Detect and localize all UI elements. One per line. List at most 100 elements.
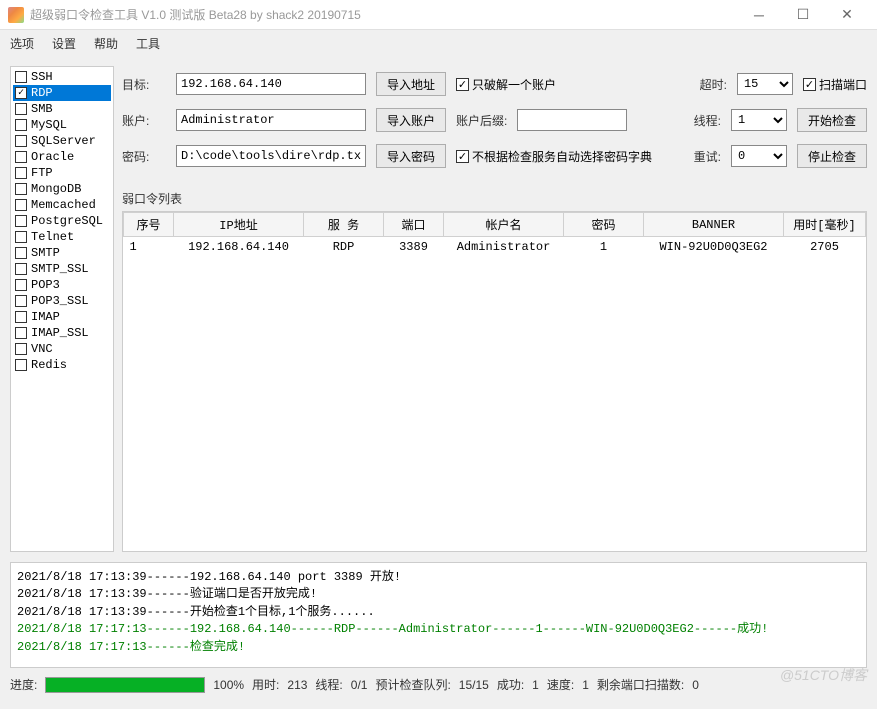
protocol-item-sqlserver[interactable]: SQLServer [13,133,111,149]
no-auto-dict-checkbox[interactable]: ✓ 不根据检查服务自动选择密码字典 [456,148,652,165]
col-port[interactable]: 端口 [384,213,444,237]
import-target-button[interactable]: 导入地址 [376,72,446,96]
cell-account: Administrator [444,237,564,258]
protocol-item-imap[interactable]: IMAP [13,309,111,325]
row-target: 目标: 导入地址 ✓ 只破解一个账户 超时: 15 ✓ 扫描端口 [122,72,867,96]
col-time[interactable]: 用时[毫秒] [784,213,866,237]
protocol-item-vnc[interactable]: VNC [13,341,111,357]
protocol-item-mongodb[interactable]: MongoDB [13,181,111,197]
protocol-item-pop3_ssl[interactable]: POP3_SSL [13,293,111,309]
timeout-select[interactable]: 15 [737,73,793,95]
protocol-item-mysql[interactable]: MySQL [13,117,111,133]
col-password[interactable]: 密码 [564,213,644,237]
protocol-item-ftp[interactable]: FTP [13,165,111,181]
protocol-item-smb[interactable]: SMB [13,101,111,117]
protocol-list[interactable]: SSH✓RDPSMBMySQLSQLServerOracleFTPMongoDB… [10,66,114,552]
log-line: 2021/8/18 17:13:39------192.168.64.140 p… [17,569,860,586]
menu-tools[interactable]: 工具 [136,35,160,52]
checkbox-icon[interactable]: ✓ [15,87,27,99]
menu-settings[interactable]: 设置 [52,35,76,52]
maximize-button[interactable]: ☐ [781,1,825,29]
speed-label: 速度: [547,676,574,693]
menu-help[interactable]: 帮助 [94,35,118,52]
checkbox-icon[interactable] [15,279,27,291]
close-button[interactable]: ✕ [825,1,869,29]
account-input[interactable] [176,109,366,131]
start-button[interactable]: 开始检查 [797,108,867,132]
elapsed-label: 用时: [252,676,279,693]
protocol-item-ssh[interactable]: SSH [13,69,111,85]
password-input[interactable] [176,145,366,167]
only-one-account-checkbox[interactable]: ✓ 只破解一个账户 [456,76,556,93]
threads-select[interactable]: 1 [731,109,787,131]
checkbox-icon[interactable] [15,167,27,179]
protocol-item-pop3[interactable]: POP3 [13,277,111,293]
checkbox-icon[interactable] [15,327,27,339]
protocol-item-smtp[interactable]: SMTP [13,245,111,261]
log-line: 2021/8/18 17:13:39------开始检查1个目标,1个服务...… [17,604,860,621]
target-input[interactable] [176,73,366,95]
scan-port-checkbox[interactable]: ✓ 扫描端口 [803,76,867,93]
retry-select[interactable]: 0 [731,145,787,167]
table-row[interactable]: 1192.168.64.140RDP3389Administrator1WIN-… [124,237,866,258]
minimize-button[interactable]: ─ [737,1,781,29]
checkbox-icon[interactable] [15,103,27,115]
protocol-label: PostgreSQL [31,214,103,228]
app-icon [8,7,24,23]
protocol-item-memcached[interactable]: Memcached [13,197,111,213]
checkbox-icon[interactable] [15,183,27,195]
cell-ip: 192.168.64.140 [174,237,304,258]
col-service[interactable]: 服 务 [304,213,384,237]
col-seq[interactable]: 序号 [124,213,174,237]
cell-port: 3389 [384,237,444,258]
protocol-label: MongoDB [31,182,81,196]
statusbar: 进度: 100% 用时: 213 线程: 0/1 预计检查队列: 15/15 成… [0,672,877,697]
col-ip[interactable]: IP地址 [174,213,304,237]
queue-label: 预计检查队列: [375,676,450,693]
protocol-item-redis[interactable]: Redis [13,357,111,373]
checkbox-icon[interactable] [15,263,27,275]
checkbox-icon[interactable] [15,119,27,131]
log-line: 2021/8/18 17:17:13------192.168.64.140--… [17,621,860,638]
checkbox-icon[interactable] [15,295,27,307]
result-table: 序号 IP地址 服 务 端口 帐户名 密码 BANNER 用时[毫秒] 1 192… [123,212,866,257]
protocol-label: SMB [31,102,53,116]
protocol-item-rdp[interactable]: ✓RDP [13,85,111,101]
checkbox-icon[interactable] [15,135,27,147]
protocol-item-postgresql[interactable]: PostgreSQL [13,213,111,229]
protocol-label: SSH [31,70,53,84]
checkbox-icon[interactable] [15,231,27,243]
scan-port-label: 扫描端口 [819,76,867,93]
result-group-title: 弱口令列表 [122,190,867,207]
checkbox-icon[interactable] [15,71,27,83]
col-account[interactable]: 帐户名 [444,213,564,237]
result-table-wrap[interactable]: 序号 IP地址 服 务 端口 帐户名 密码 BANNER 用时[毫秒] 1 192… [122,211,867,552]
checkbox-icon[interactable] [15,311,27,323]
checkbox-icon[interactable] [15,151,27,163]
checkbox-icon[interactable] [15,215,27,227]
account-suffix-input[interactable] [517,109,627,131]
menu-options[interactable]: 选项 [10,35,34,52]
s-threads-label: 线程: [315,676,342,693]
protocol-item-imap_ssl[interactable]: IMAP_SSL [13,325,111,341]
col-banner[interactable]: BANNER [644,213,784,237]
cell-password: 1 [564,237,644,258]
import-account-button[interactable]: 导入账户 [376,108,446,132]
right-panel: 目标: 导入地址 ✓ 只破解一个账户 超时: 15 ✓ 扫描端口 账户: [122,66,867,552]
cell-time: 2705 [784,237,866,258]
checkbox-icon[interactable] [15,343,27,355]
protocol-item-telnet[interactable]: Telnet [13,229,111,245]
import-password-button[interactable]: 导入密码 [376,144,446,168]
checkbox-icon[interactable] [15,199,27,211]
protocol-item-oracle[interactable]: Oracle [13,149,111,165]
titlebar: 超级弱口令检查工具 V1.0 测试版 Beta28 by shack2 2019… [0,0,877,30]
window-controls: ─ ☐ ✕ [737,1,869,29]
log-area[interactable]: 2021/8/18 17:13:39------192.168.64.140 p… [10,562,867,668]
protocol-label: SMTP [31,246,60,260]
protocol-label: SQLServer [31,134,96,148]
protocol-item-smtp_ssl[interactable]: SMTP_SSL [13,261,111,277]
window-title: 超级弱口令检查工具 V1.0 测试版 Beta28 by shack2 2019… [30,6,737,23]
checkbox-icon[interactable] [15,247,27,259]
stop-button[interactable]: 停止检查 [797,144,867,168]
checkbox-icon[interactable] [15,359,27,371]
